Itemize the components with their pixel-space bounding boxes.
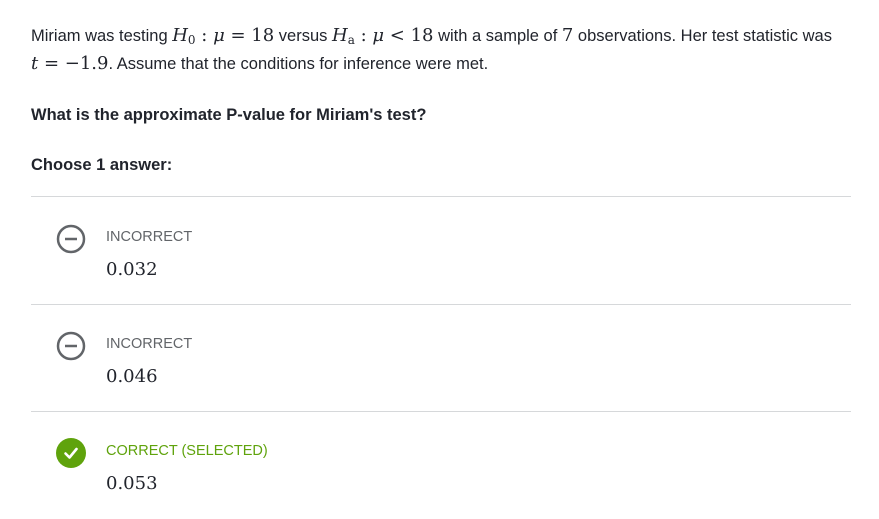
alternative-hypothesis: Ha : μ < 18 <box>331 25 434 47</box>
answer-choice-a[interactable]: INCORRECT 0.032 <box>31 197 851 303</box>
minus-circle-icon <box>56 224 86 254</box>
answer-choice-c[interactable]: CORRECT (SELECTED) 0.053 <box>31 411 851 517</box>
answer-value: 0.032 <box>106 259 158 280</box>
answer-status: INCORRECT <box>106 229 193 245</box>
question-text-part: . Assume that the conditions for inferen… <box>108 55 489 73</box>
question-prompt: What is the approximate P-value for Miri… <box>31 106 427 124</box>
answer-value: 0.046 <box>106 366 158 387</box>
question-text-part: with a sample of <box>433 27 562 45</box>
answer-choice-b[interactable]: INCORRECT 0.046 <box>31 304 851 410</box>
question-text: Miriam was testing H0 : μ = 18 versus Ha… <box>31 22 851 78</box>
answer-status: CORRECT (SELECTED) <box>106 443 268 459</box>
test-statistic: t = −1.9 <box>31 53 109 74</box>
sample-size: 7 <box>561 25 574 46</box>
choose-answer-label: Choose 1 answer: <box>31 156 173 174</box>
answer-value: 0.053 <box>106 473 158 494</box>
null-hypothesis: H0 : μ = 18 <box>172 25 275 47</box>
question-text-part: Miriam was testing <box>31 27 173 45</box>
minus-circle-icon <box>56 331 86 361</box>
question-text-part: versus <box>274 27 332 45</box>
check-circle-icon <box>56 438 86 468</box>
question-text-part: observations. Her test statistic was <box>573 27 832 45</box>
answer-status: INCORRECT <box>106 336 193 352</box>
